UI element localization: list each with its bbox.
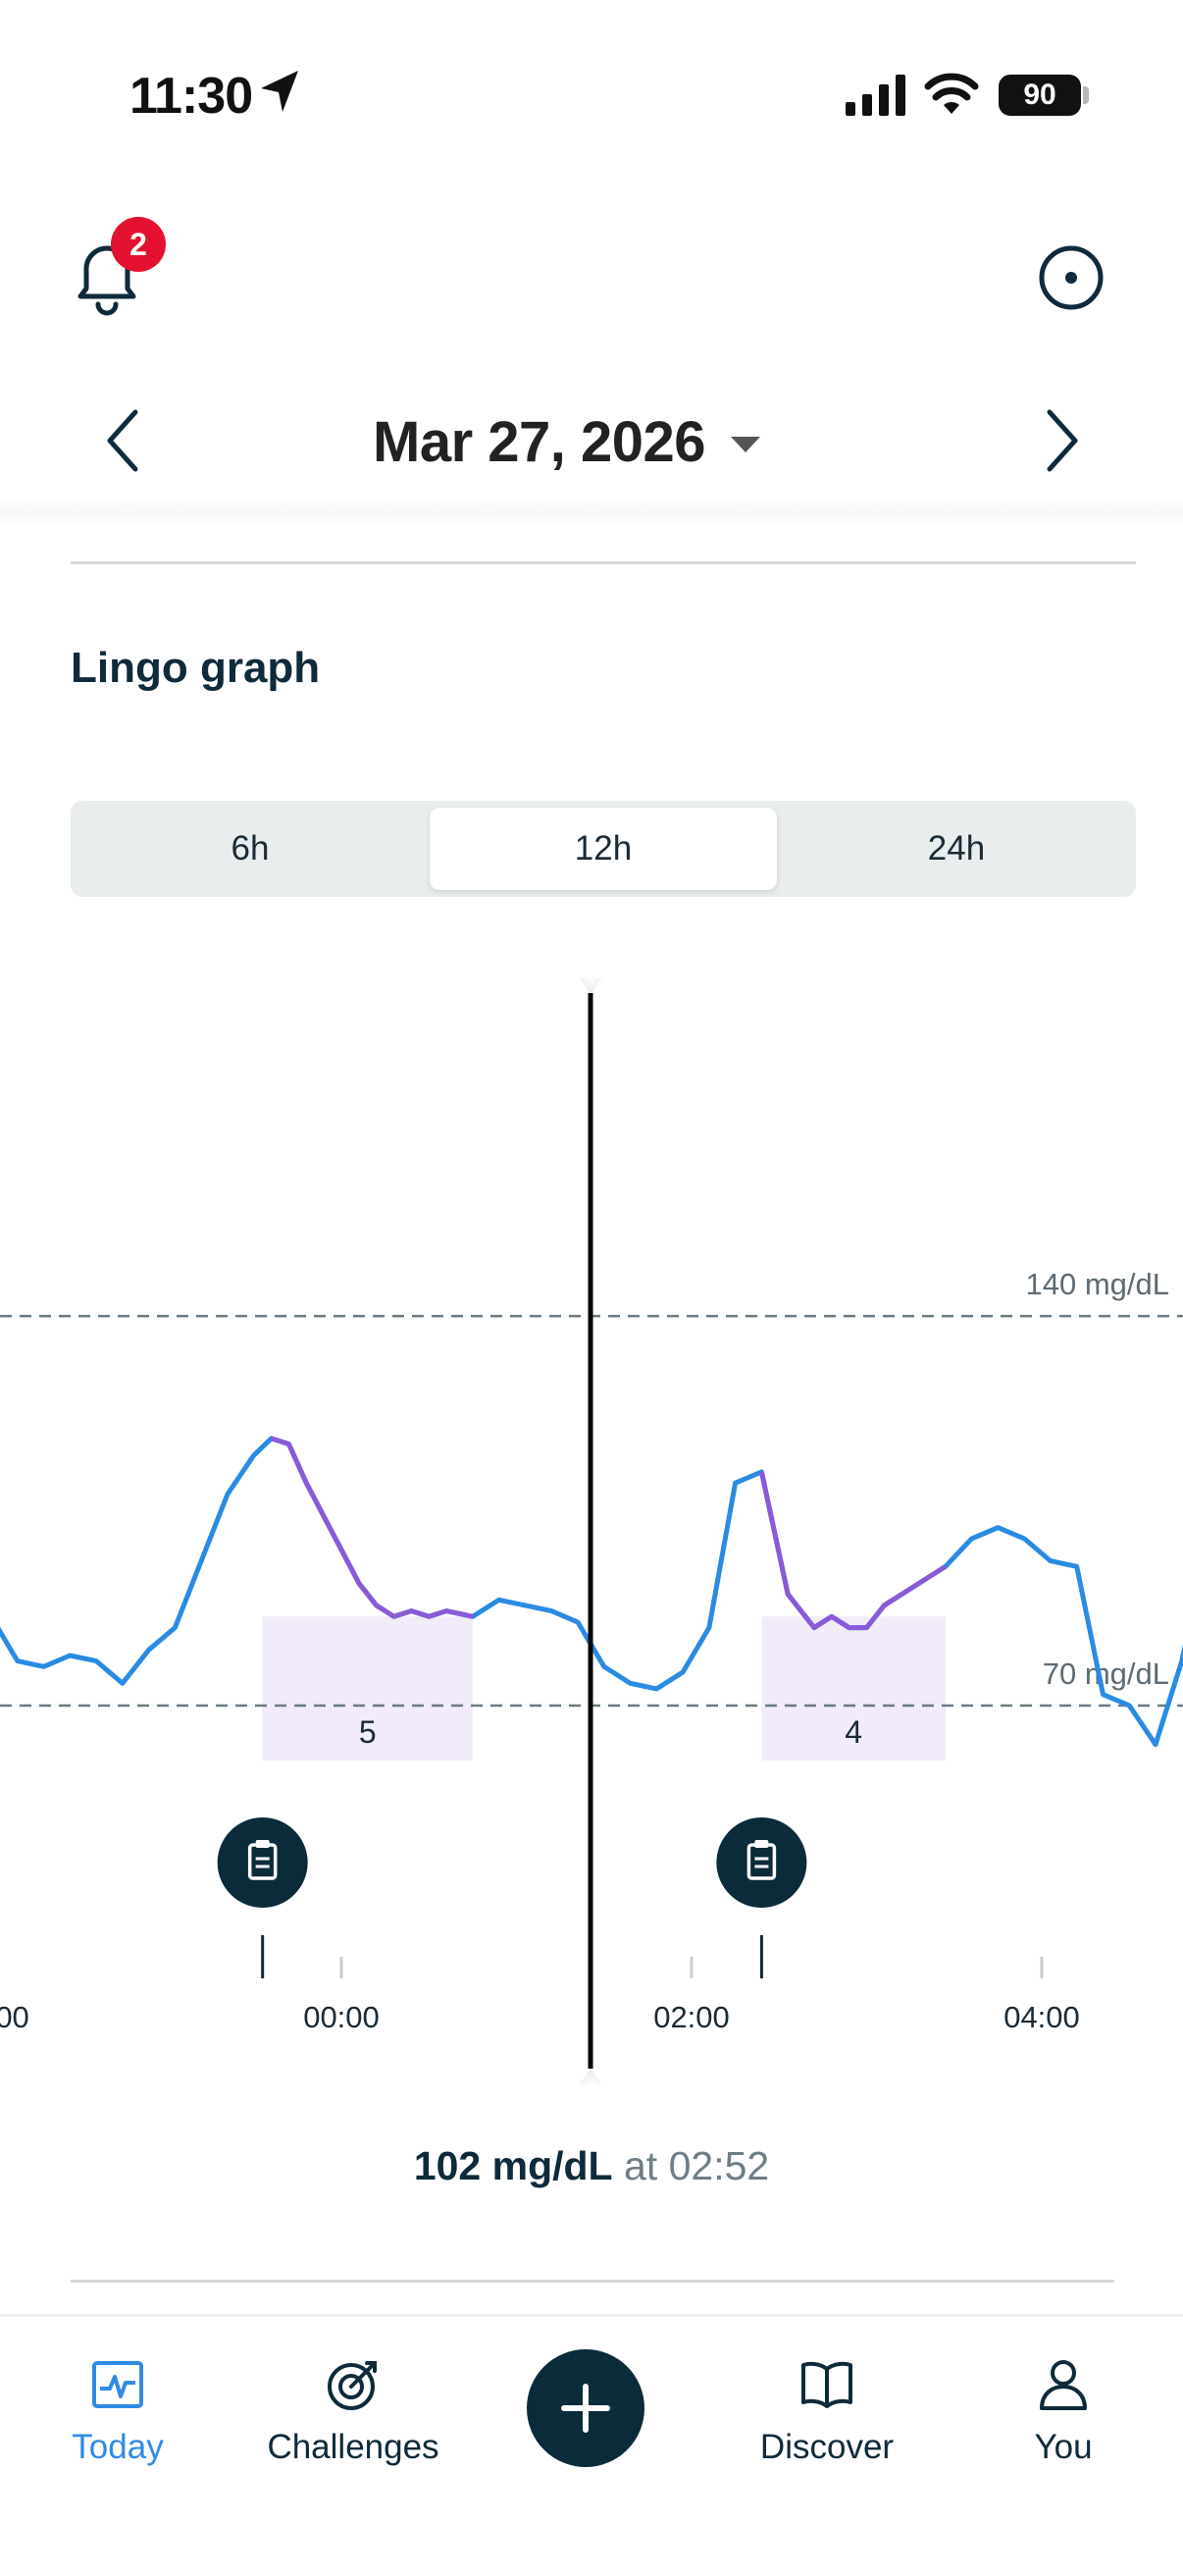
wifi-icon bbox=[924, 73, 979, 114]
reading-time: at 02:52 bbox=[624, 2143, 770, 2188]
x-tick-label: 22:00 bbox=[0, 2000, 29, 2034]
x-tick-label: 02:00 bbox=[653, 2000, 730, 2034]
tab-today[interactable]: Today bbox=[10, 2355, 226, 2467]
battery-level: 90 bbox=[999, 75, 1081, 116]
reading-value: 102 mg/dL bbox=[413, 2143, 613, 2188]
previous-day-chevron-icon[interactable] bbox=[98, 404, 147, 477]
activity-chart-icon bbox=[92, 2361, 143, 2408]
next-day-chevron-icon[interactable] bbox=[1038, 404, 1087, 477]
header-shadow bbox=[0, 497, 1183, 526]
battery-cap bbox=[1083, 86, 1089, 104]
open-book-icon bbox=[801, 2361, 852, 2408]
glucose-chart[interactable]: 140 mg/dL70 mg/dL5420:0022:0000:0002:000… bbox=[0, 977, 1183, 2084]
tab-label: Challenges bbox=[267, 2428, 439, 2466]
section-title: Lingo graph bbox=[71, 644, 321, 692]
tab-discover[interactable]: Discover bbox=[719, 2355, 935, 2467]
tab-label: Today bbox=[72, 2428, 164, 2466]
x-tick-label: 04:00 bbox=[1003, 2000, 1080, 2034]
meal-log-marker bbox=[217, 1817, 308, 1908]
tab-label: You bbox=[1034, 2428, 1093, 2466]
reference-label: 70 mg/dL bbox=[1043, 1656, 1169, 1691]
divider bbox=[71, 561, 1136, 564]
tab-label: Discover bbox=[759, 2428, 895, 2466]
current-reading: 102 mg/dL at 02:52 bbox=[0, 2143, 1183, 2189]
sensor-icon[interactable] bbox=[1038, 244, 1105, 311]
notification-badge: 2 bbox=[111, 217, 166, 272]
reference-label: 140 mg/dL bbox=[1026, 1267, 1170, 1301]
tab-you[interactable]: You bbox=[955, 2355, 1171, 2467]
plus-icon bbox=[561, 2384, 610, 2433]
date-selector[interactable]: Mar 27, 2026 bbox=[373, 406, 761, 477]
status-time: 11:30 bbox=[129, 68, 253, 125]
meal-log-marker bbox=[716, 1817, 807, 1908]
clipboard-clip bbox=[754, 1840, 769, 1848]
x-tick-label: 00:00 bbox=[303, 2000, 380, 2034]
target-arrow-icon bbox=[328, 2361, 377, 2410]
meal-window-label: 4 bbox=[845, 1714, 862, 1750]
range-6h-button[interactable]: 6h bbox=[71, 801, 430, 897]
meal-window-label: 5 bbox=[359, 1714, 377, 1750]
caret-down-icon bbox=[731, 437, 761, 452]
tab-challenges[interactable]: Challenges bbox=[245, 2355, 461, 2467]
divider bbox=[71, 2280, 1114, 2283]
person-icon bbox=[1040, 2360, 1087, 2410]
cellular-signal-icon bbox=[846, 75, 905, 116]
date-label: Mar 27, 2026 bbox=[373, 409, 706, 474]
location-arrow-icon bbox=[261, 71, 298, 112]
clipboard-clip bbox=[255, 1840, 270, 1848]
add-log-button[interactable] bbox=[527, 2349, 644, 2467]
range-12h-button[interactable]: 12h bbox=[430, 801, 777, 897]
range-24h-button[interactable]: 24h bbox=[777, 801, 1136, 897]
